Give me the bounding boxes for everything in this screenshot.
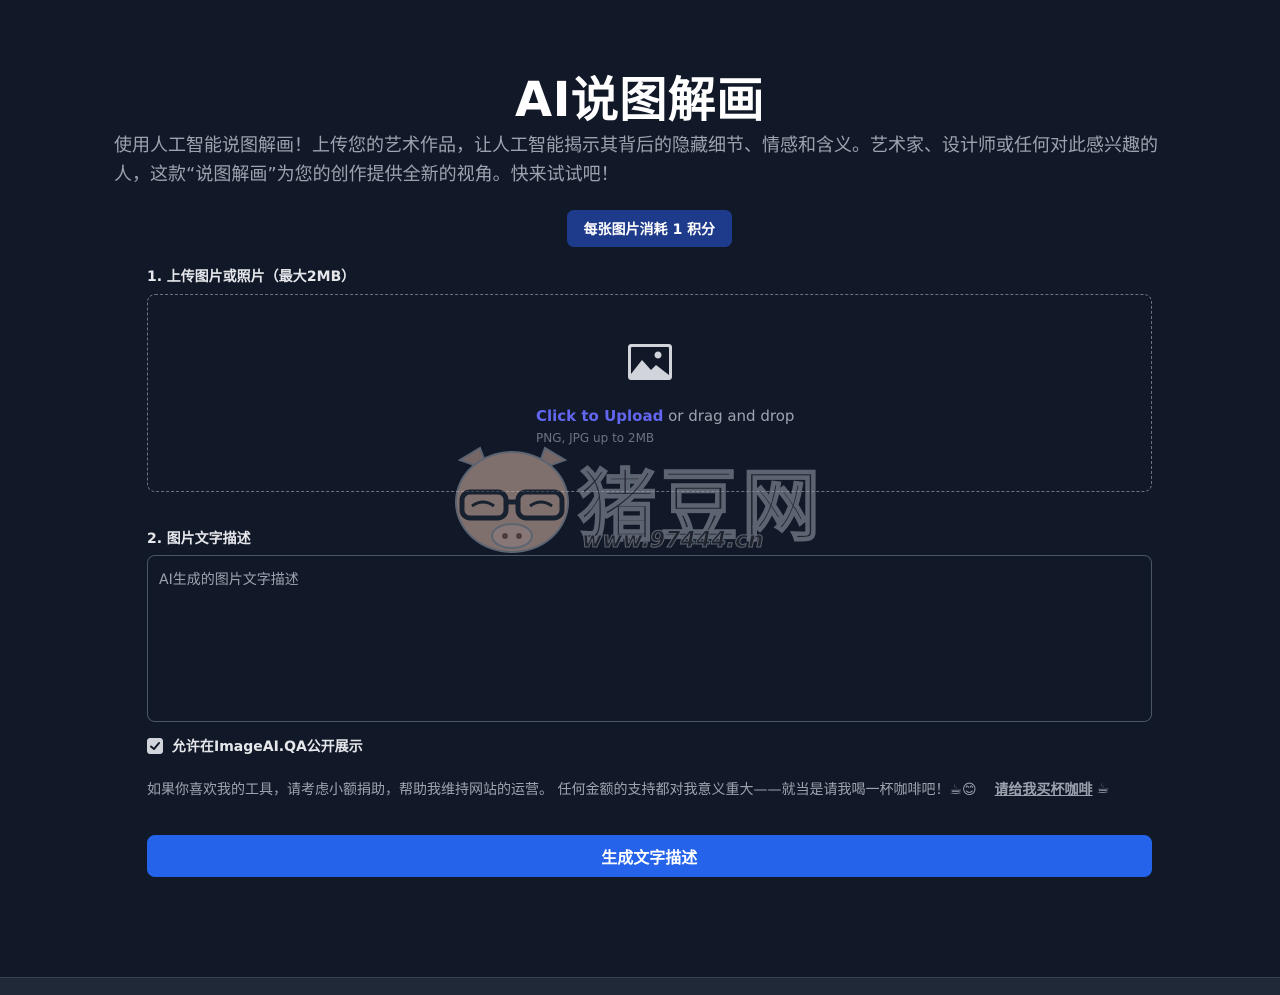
public-display-label: 允许在ImageAI.QA公开展示	[172, 739, 363, 755]
buy-coffee-link[interactable]: 请给我买杯咖啡	[995, 779, 1093, 799]
upload-hint: PNG, JPG up to 2MB	[536, 431, 655, 445]
footer-bar	[0, 977, 1280, 995]
upload-dropzone[interactable]: Click to Upload or drag and drop PNG, JP…	[147, 294, 1152, 492]
description-textarea[interactable]	[147, 555, 1152, 722]
generate-description-button[interactable]: 生成文字描述	[147, 835, 1152, 877]
drag-drop-text: or drag and drop	[663, 407, 795, 425]
image-icon	[628, 344, 672, 380]
upload-instruction: Click to Upload or drag and drop	[536, 407, 794, 425]
credit-cost-badge: 每张图片消耗 1 积分	[567, 210, 732, 247]
page-title: AI说图解画	[514, 72, 765, 128]
check-icon	[150, 742, 160, 750]
donate-text: 如果你喜欢我的工具，请考虑小额捐助，帮助我维持网站的运营。 任何金额的支持都对我…	[147, 782, 977, 798]
public-display-checkbox[interactable]	[147, 738, 163, 754]
public-display-option[interactable]: 允许在ImageAI.QA公开展示	[147, 736, 363, 756]
intro-text: 使用人工智能说图解画！上传您的艺术作品，让人工智能揭示其背后的隐藏细节、情感和含…	[114, 135, 1158, 185]
donate-row: 如果你喜欢我的工具，请考虑小额捐助，帮助我维持网站的运营。 任何金额的支持都对我…	[147, 779, 1157, 799]
click-to-upload-link[interactable]: Click to Upload	[536, 407, 663, 425]
upload-label: 1. 上传图片或照片（最大2MB）	[147, 269, 356, 285]
page: AI说图解画 使用人工智能说图解画！上传您的艺术作品，让人工智能揭示其背后的隐藏…	[0, 0, 1280, 995]
description-label: 2. 图片文字描述	[147, 531, 251, 547]
watermark-url: www.97444.cn	[582, 528, 765, 554]
coffee-icon: ☕	[1096, 781, 1110, 797]
